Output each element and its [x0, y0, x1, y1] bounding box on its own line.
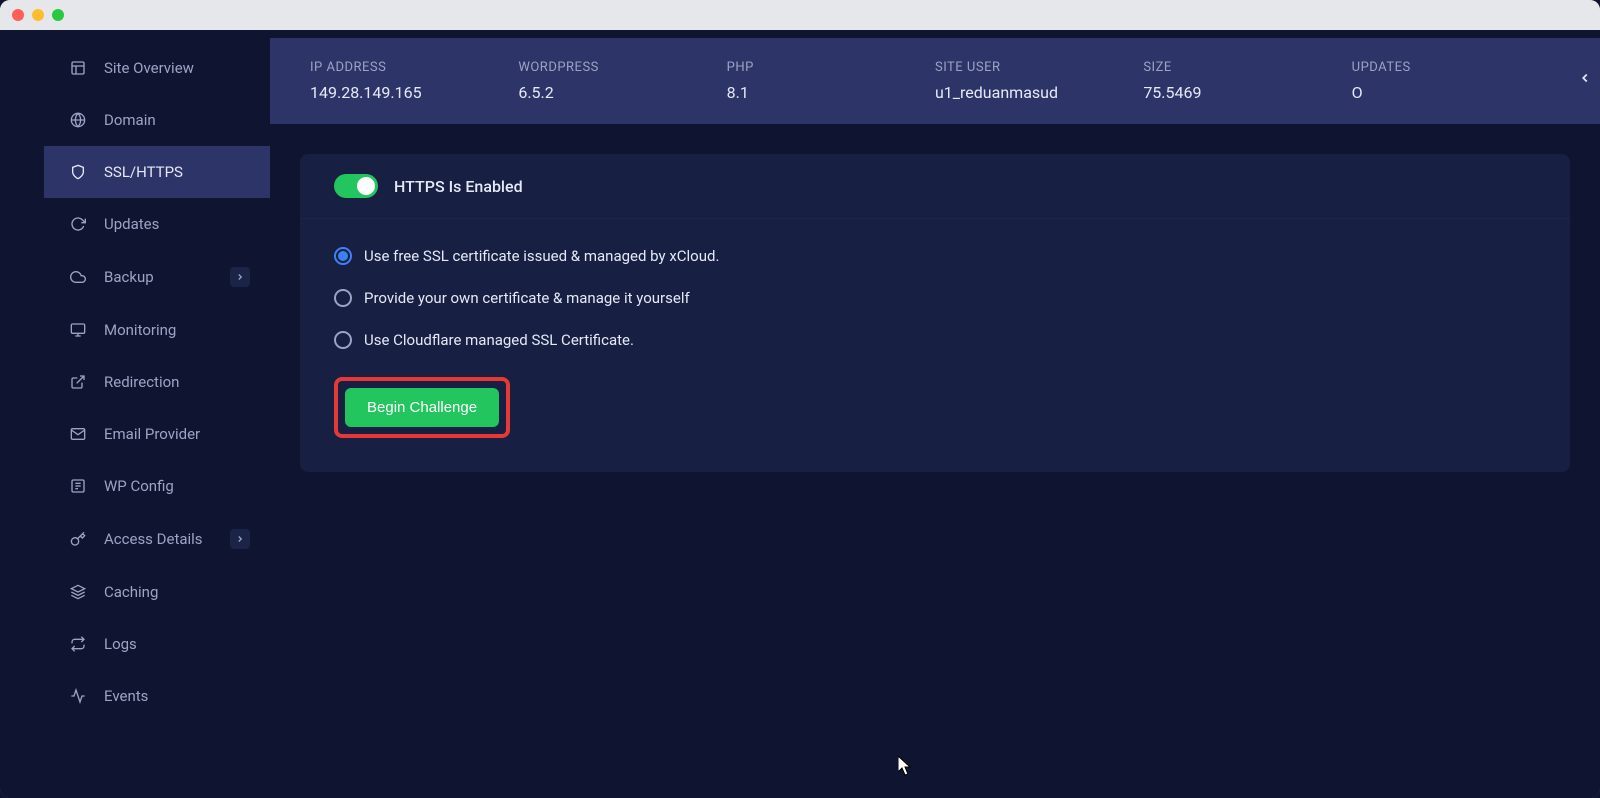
info-size: SIZE 75.5469	[1143, 60, 1351, 102]
chevron-left-icon	[1578, 71, 1592, 85]
collapse-panel-button[interactable]	[1570, 56, 1600, 100]
sidebar-item-label: Logs	[104, 635, 137, 653]
radio-button-icon	[334, 247, 352, 265]
sidebar-item-site-overview[interactable]: Site Overview	[44, 42, 270, 94]
radio-label: Provide your own certificate & manage it…	[364, 289, 690, 307]
sidebar-item-label: Redirection	[104, 373, 179, 391]
sidebar-item-label: Events	[104, 687, 148, 705]
radio-own-certificate[interactable]: Provide your own certificate & manage it…	[334, 289, 1536, 307]
sidebar-item-label: WP Config	[104, 477, 174, 495]
globe-icon	[70, 112, 86, 128]
info-wordpress: WORDPRESS 6.5.2	[518, 60, 726, 102]
sidebar-item-wp-config[interactable]: WP Config	[44, 460, 270, 512]
info-label: PHP	[727, 60, 935, 75]
radio-label: Use free SSL certificate issued & manage…	[364, 247, 719, 265]
window-minimize-button[interactable]	[32, 9, 44, 21]
sidebar-item-label: Domain	[104, 111, 156, 129]
chevron-right-icon	[230, 529, 250, 549]
sidebar-item-access-details[interactable]: Access Details	[44, 512, 270, 566]
highlight-annotation: Begin Challenge	[334, 377, 510, 438]
sidebar-item-email-provider[interactable]: Email Provider	[44, 408, 270, 460]
overview-icon	[70, 60, 86, 76]
ssl-panel: HTTPS Is Enabled Use free SSL certificat…	[300, 154, 1570, 472]
main-content: IP ADDRESS 149.28.149.165 WORDPRESS 6.5.…	[270, 30, 1600, 798]
info-label: SITE USER	[935, 60, 1143, 75]
sidebar-item-domain[interactable]: Domain	[44, 94, 270, 146]
sidebar-item-redirection[interactable]: Redirection	[44, 356, 270, 408]
info-value: 149.28.149.165	[310, 83, 518, 102]
sidebar-item-caching[interactable]: Caching	[44, 566, 270, 618]
sidebar-item-updates[interactable]: Updates	[44, 198, 270, 250]
radio-button-icon	[334, 289, 352, 307]
info-label: IP ADDRESS	[310, 60, 518, 75]
sidebar-item-label: Monitoring	[104, 321, 176, 339]
mail-icon	[70, 426, 86, 442]
sidebar-item-label: SSL/HTTPS	[104, 163, 183, 181]
info-value: u1_reduanmasud	[935, 83, 1143, 102]
radio-label: Use Cloudflare managed SSL Certificate.	[364, 331, 634, 349]
sidebar-item-ssl-https[interactable]: SSL/HTTPS	[44, 146, 270, 198]
config-icon	[70, 478, 86, 494]
toggle-knob	[357, 177, 375, 195]
site-info-bar: IP ADDRESS 149.28.149.165 WORDPRESS 6.5.…	[270, 38, 1600, 124]
info-label: SIZE	[1143, 60, 1351, 75]
sidebar-item-label: Site Overview	[104, 59, 194, 77]
https-toggle[interactable]	[334, 174, 378, 198]
cloud-icon	[70, 269, 86, 285]
sidebar-narrow-strip	[0, 30, 44, 798]
ssl-certificate-options: Use free SSL certificate issued & manage…	[334, 247, 1536, 349]
sidebar-item-label: Email Provider	[104, 425, 200, 443]
info-value: 75.5469	[1143, 83, 1351, 102]
info-label: WORDPRESS	[518, 60, 726, 75]
info-value: 8.1	[727, 83, 935, 102]
shield-icon	[70, 164, 86, 180]
sidebar-item-logs[interactable]: Logs	[44, 618, 270, 670]
sidebar-item-backup[interactable]: Backup	[44, 250, 270, 304]
info-value: O	[1352, 83, 1560, 102]
info-ip-address: IP ADDRESS 149.28.149.165	[310, 60, 518, 102]
sidebar-item-label: Updates	[104, 215, 159, 233]
sidebar-item-label: Caching	[104, 583, 158, 601]
window-close-button[interactable]	[12, 9, 24, 21]
key-icon	[70, 531, 86, 547]
window-titlebar	[0, 0, 1600, 30]
info-updates: UPDATES O	[1352, 60, 1560, 102]
external-link-icon	[70, 374, 86, 390]
radio-free-ssl[interactable]: Use free SSL certificate issued & manage…	[334, 247, 1536, 265]
info-label: UPDATES	[1352, 60, 1560, 75]
activity-icon	[70, 688, 86, 704]
chevron-right-icon	[230, 267, 250, 287]
info-site-user: SITE USER u1_reduanmasud	[935, 60, 1143, 102]
sidebar-item-events[interactable]: Events	[44, 670, 270, 722]
layers-icon	[70, 584, 86, 600]
sidebar-item-label: Access Details	[104, 530, 203, 548]
sidebar: Site Overview Domain SSL/HTTPS Updates	[44, 30, 270, 798]
refresh-icon	[70, 216, 86, 232]
window-maximize-button[interactable]	[52, 9, 64, 21]
sidebar-item-label: Backup	[104, 268, 154, 286]
monitor-icon	[70, 322, 86, 338]
info-php: PHP 8.1	[727, 60, 935, 102]
sidebar-item-monitoring[interactable]: Monitoring	[44, 304, 270, 356]
begin-challenge-button[interactable]: Begin Challenge	[345, 388, 499, 427]
swap-icon	[70, 636, 86, 652]
https-toggle-label: HTTPS Is Enabled	[394, 177, 523, 196]
radio-cloudflare-ssl[interactable]: Use Cloudflare managed SSL Certificate.	[334, 331, 1536, 349]
info-value: 6.5.2	[518, 83, 726, 102]
radio-button-icon	[334, 331, 352, 349]
